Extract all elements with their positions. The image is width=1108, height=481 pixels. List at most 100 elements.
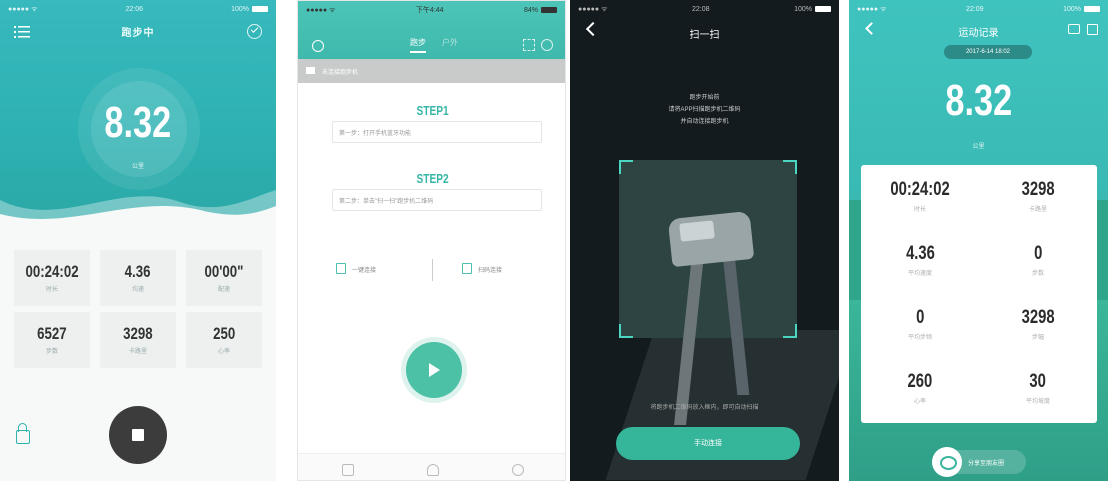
- hint-line: 请将APP扫描跑步机二维码: [668, 107, 741, 113]
- record-screen: ●●●●● ᯤ 22:09 100% 运动记录 2017-6-14 18:02 8.…: [849, 0, 1108, 481]
- stat-label: 卡路里: [128, 349, 147, 355]
- distance-value-wrap: 8.32: [0, 98, 276, 148]
- notice-text: 未连接跑步机: [322, 70, 359, 76]
- step2-title: STEP2: [416, 171, 449, 186]
- scan-connect[interactable]: 扫码连接: [478, 265, 502, 274]
- one-click-icon[interactable]: [336, 263, 346, 274]
- profile-tab-icon[interactable]: [512, 464, 524, 476]
- stat-label: 心率: [217, 349, 230, 355]
- frame-corner: [619, 160, 633, 174]
- step2-box: 第二步：单击"扫一扫"跑步机二维码: [332, 189, 542, 211]
- distance-value: 8.32: [945, 76, 1012, 125]
- stat-label: 步幅: [1031, 335, 1044, 341]
- stat-cell: 6527 步数: [14, 312, 90, 368]
- divider: [432, 259, 433, 281]
- stat-label: 时长: [913, 207, 926, 213]
- home-tab-icon[interactable]: [342, 464, 354, 476]
- tab-treadmill[interactable]: 跑步: [410, 37, 426, 53]
- stop-button[interactable]: [109, 406, 167, 464]
- stat-cell: 0 平均步频: [861, 293, 979, 357]
- status-bar: ●●●●● ᯤ 22:09 100%: [849, 0, 1108, 18]
- camera-icon[interactable]: [1068, 24, 1080, 34]
- stat-label: 步数: [1031, 271, 1044, 277]
- stat-value: 30: [1029, 371, 1047, 392]
- stat-label: 平均坡度: [1025, 399, 1050, 405]
- stat-value: 4.36: [905, 243, 935, 264]
- scan-screen: ●●●●● ᯤ 22:08 100% 扫一扫 跑步开始前 请将APP扫描跑步机二维码…: [570, 0, 839, 481]
- step1-box: 第一步：打开手机蓝牙功能: [332, 121, 542, 143]
- date-badge: 2017-6-14 18:02: [944, 45, 1032, 59]
- stat-cell: 3298 卡路里: [100, 312, 176, 368]
- distance-value: 8.32: [104, 98, 172, 147]
- stat-label: 均速: [131, 287, 144, 293]
- stat-cell: 4.36 平均速度: [861, 229, 979, 293]
- check-icon[interactable]: [247, 24, 262, 39]
- scan-footnote: 将跑步机二维码放入框内，即可自动扫描: [650, 405, 759, 411]
- hint-line: 跑步开始前: [689, 95, 720, 101]
- status-bar: ●●●●● ᯤ 22:06 100%: [0, 0, 276, 18]
- stat-value: 4.36: [125, 262, 151, 281]
- scan-icon[interactable]: [523, 39, 535, 51]
- stat-value: 00:24:02: [890, 179, 950, 200]
- stat-label: 平均速度: [907, 271, 932, 277]
- stat-value: 3298: [123, 324, 153, 343]
- treadmill-panel: [679, 220, 715, 242]
- stat-cell: 3298 步幅: [979, 293, 1097, 357]
- stat-cell: 0 步数: [979, 229, 1097, 293]
- frame-corner: [783, 324, 797, 338]
- user-icon[interactable]: [541, 39, 553, 51]
- unlock-icon[interactable]: [16, 423, 30, 444]
- stat-label: 心率: [913, 399, 926, 405]
- tab-outdoor[interactable]: 户外: [442, 37, 458, 48]
- frame-corner: [783, 160, 797, 174]
- share-label: 分享至朋友圈: [968, 461, 1005, 467]
- stat-value: 00'00": [204, 262, 244, 281]
- bottom-tabbar: [298, 453, 565, 480]
- one-click-connect[interactable]: 一键连接: [352, 265, 376, 274]
- stat-cell: 30 平均坡度: [979, 357, 1097, 421]
- stat-label: 卡路里: [1028, 207, 1047, 213]
- stat-cell: 3298 卡路里: [979, 165, 1097, 229]
- stat-value: 250: [212, 324, 236, 343]
- hint-line: 并自动连接跑步机: [680, 119, 729, 125]
- stat-value: 3298: [1021, 307, 1055, 328]
- stats-card: 00:24:02 时长 3298 卡路里 4.36 平均速度 0 步数 0 平均…: [861, 165, 1097, 423]
- distance-unit: 公里: [131, 164, 144, 170]
- scan-connect-icon[interactable]: [462, 263, 472, 274]
- stat-cell: 00:24:02 时长: [14, 250, 90, 306]
- stat-value: 6527: [37, 324, 67, 343]
- stat-label: 时长: [45, 287, 58, 293]
- stat-value: 0: [915, 307, 925, 328]
- share-icon[interactable]: [1087, 24, 1098, 35]
- stat-cell: 00'00" 配速: [186, 250, 262, 306]
- connect-screen: ●●●●● ᯤ 下午4:44 84% 跑步 户外 未连接跑步机 STEP1 第一步：…: [297, 0, 566, 481]
- start-button[interactable]: [406, 342, 462, 398]
- stat-value: 00:24:02: [25, 262, 79, 281]
- step1-text: 第一步：打开手机蓝牙功能: [339, 131, 412, 137]
- stat-value: 260: [907, 371, 933, 392]
- share-moments-button[interactable]: 分享至朋友圈: [932, 447, 1026, 477]
- stat-cell: 260 心率: [861, 357, 979, 421]
- stat-label: 步数: [45, 349, 58, 355]
- stat-value: 0: [1033, 243, 1043, 264]
- stat-value: 3298: [1021, 179, 1055, 200]
- stat-cell: 00:24:02 时长: [861, 165, 979, 229]
- running-screen: ●●●●● ᯤ 22:06 100% 跑步中 8.32 公里 00:24:02 时长…: [0, 0, 276, 481]
- step1-title: STEP1: [416, 103, 449, 118]
- distance-value-wrap: 8.32: [849, 76, 1108, 126]
- stat-cell: 4.36 均速: [100, 250, 176, 306]
- status-bar: ●●●●● ᯤ 下午4:44 84%: [298, 1, 565, 19]
- stat-cell: 250 心率: [186, 312, 262, 368]
- run-tab-icon[interactable]: [427, 464, 439, 476]
- step2-text: 第二步：单击"扫一扫"跑步机二维码: [339, 199, 434, 205]
- distance-unit: 公里: [972, 144, 985, 150]
- notice-bar: 未连接跑步机: [298, 59, 565, 83]
- stat-label: 平均步频: [907, 335, 932, 341]
- treadmill-icon: [306, 67, 315, 74]
- page-title: 扫一扫: [689, 30, 720, 41]
- manual-connect-button[interactable]: 手动连接: [616, 427, 800, 460]
- home-icon[interactable]: [312, 40, 324, 52]
- stat-label: 配速: [217, 287, 230, 293]
- page-title: 跑步中: [121, 28, 155, 39]
- frame-corner: [619, 324, 633, 338]
